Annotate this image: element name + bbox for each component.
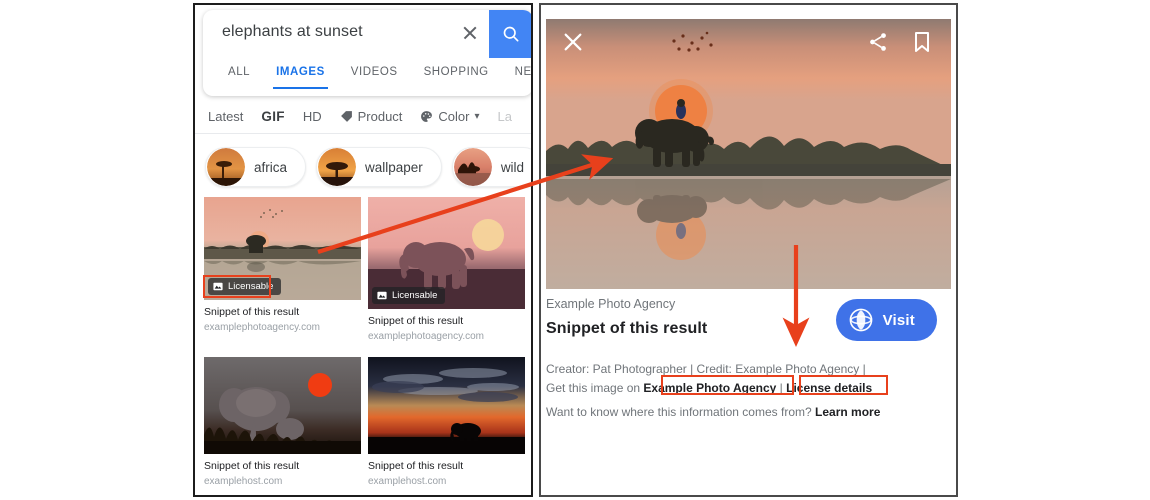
result-title[interactable]: Snippet of this result [368, 460, 525, 473]
result-item[interactable]: Licensable Snippet of this result exampl… [368, 197, 525, 343]
chip-africa[interactable]: africa [205, 147, 307, 187]
result-title[interactable]: Snippet of this result [204, 306, 361, 319]
filter-product[interactable]: Product [340, 108, 403, 124]
result-url: examplephotoagency.com [368, 331, 484, 342]
learn-more-line: Want to know where this information come… [546, 403, 956, 422]
licensable-badge[interactable]: Licensable [372, 287, 446, 304]
filter-row: Latest GIF HD Product Color ▾ La [195, 100, 531, 132]
share-button[interactable] [867, 31, 889, 58]
credits-block: Creator: Pat Photographer | Credit: Exam… [546, 360, 956, 422]
chip-wild[interactable]: wild [451, 147, 531, 187]
screenshot-root: elephants at sunset ALL IMAGES VIDEOS SH… [0, 0, 1150, 500]
search-tabs: ALL IMAGES VIDEOS SHOPPING NEWS [203, 58, 531, 96]
filter-hd[interactable]: HD [303, 109, 322, 124]
licensable-badge-label: Licensable [392, 290, 438, 301]
chip-label: africa [254, 159, 288, 175]
tab-images[interactable]: IMAGES [263, 58, 338, 89]
licensable-badge-label: Licensable [228, 281, 274, 292]
filter-product-label: Product [357, 108, 403, 124]
filter-divider [195, 133, 531, 134]
tag-icon [340, 110, 352, 122]
result-url: examplehost.com [368, 476, 447, 487]
filter-latest[interactable]: Latest [208, 109, 243, 124]
related-chips: africa wallpaper wild [195, 143, 531, 191]
image-meta: Example Photo Agency Snippet of this res… [546, 297, 951, 341]
close-icon [564, 33, 582, 51]
elephant-red-sun-thumb-icon [204, 357, 361, 454]
viewer-image[interactable] [546, 19, 951, 289]
result-url: examplehost.com [204, 476, 283, 487]
tab-news[interactable]: NEWS [502, 58, 531, 87]
search-icon [503, 26, 519, 42]
result-thumbnail[interactable]: Licensable [204, 197, 361, 300]
result-thumbnail[interactable] [204, 357, 361, 454]
result-thumbnail[interactable]: Licensable [368, 197, 525, 309]
result-item[interactable]: Snippet of this result examplehost.com [204, 357, 361, 488]
credit-line-2-prefix: Get this image on [546, 381, 641, 395]
result-item[interactable]: Licensable Snippet of this result exampl… [204, 197, 361, 343]
chip-thumbnail [318, 148, 357, 186]
chip-wallpaper[interactable]: wallpaper [316, 147, 442, 187]
license-details-link[interactable]: License details [786, 381, 872, 395]
result-thumbnail[interactable] [368, 357, 525, 454]
credit-agency-link[interactable]: Example Photo Agency [643, 381, 776, 395]
africa-thumb-icon [207, 148, 245, 186]
close-button[interactable] [562, 31, 584, 58]
palette-icon [421, 110, 433, 122]
learn-more-link[interactable]: Learn more [815, 405, 880, 419]
elephant-silhouette-dusk-thumb-icon [368, 357, 525, 454]
image-viewer-panel: Example Photo Agency Snippet of this res… [539, 3, 958, 497]
visit-label: Visit [882, 311, 915, 329]
credit-line-2: Get this image on Example Photo Agency |… [546, 379, 956, 398]
licensable-badge[interactable]: Licensable [208, 278, 282, 295]
image-icon [377, 291, 387, 300]
rider [676, 99, 686, 119]
filter-gif[interactable]: GIF [261, 109, 284, 124]
search-results-panel: elephants at sunset ALL IMAGES VIDEOS SH… [193, 3, 533, 497]
close-icon[interactable] [461, 24, 479, 42]
search-bar[interactable]: elephants at sunset [203, 10, 531, 58]
filter-size[interactable]: La [498, 109, 512, 124]
visit-button[interactable]: Visit [835, 299, 937, 341]
credit-separator: | [779, 381, 783, 395]
result-item[interactable]: Snippet of this result examplehost.com [368, 357, 525, 488]
bookmark-icon [915, 32, 929, 52]
wild-thumb-icon [453, 148, 492, 186]
learn-more-prefix: Want to know where this information come… [546, 405, 812, 419]
results-grid: Licensable Snippet of this result exampl… [204, 197, 526, 488]
filter-color[interactable]: Color ▾ [420, 108, 480, 124]
wallpaper-thumb-icon [318, 148, 357, 186]
chip-thumbnail [453, 148, 492, 186]
chip-label: wallpaper [365, 159, 423, 175]
search-input[interactable]: elephants at sunset [222, 23, 363, 41]
filter-color-label: Color [438, 108, 470, 124]
result-title[interactable]: Snippet of this result [368, 315, 525, 328]
globe-icon [849, 308, 872, 332]
tab-all[interactable]: ALL [215, 58, 263, 87]
bookmark-button[interactable] [911, 30, 933, 59]
result-url: examplephotoagency.com [204, 322, 320, 333]
share-icon [870, 33, 886, 51]
chevron-down-icon: ▾ [474, 110, 480, 122]
chip-thumbnail [207, 148, 245, 186]
image-icon [213, 282, 223, 291]
search-header-card: elephants at sunset ALL IMAGES VIDEOS SH… [203, 10, 531, 96]
credit-line-1: Creator: Pat Photographer | Credit: Exam… [546, 362, 866, 376]
result-title[interactable]: Snippet of this result [204, 460, 361, 473]
viewer-toolbar [546, 19, 951, 69]
tab-videos[interactable]: VIDEOS [338, 58, 411, 87]
search-button[interactable] [489, 10, 531, 58]
tab-shopping[interactable]: SHOPPING [411, 58, 502, 87]
chip-label: wild [500, 159, 525, 175]
